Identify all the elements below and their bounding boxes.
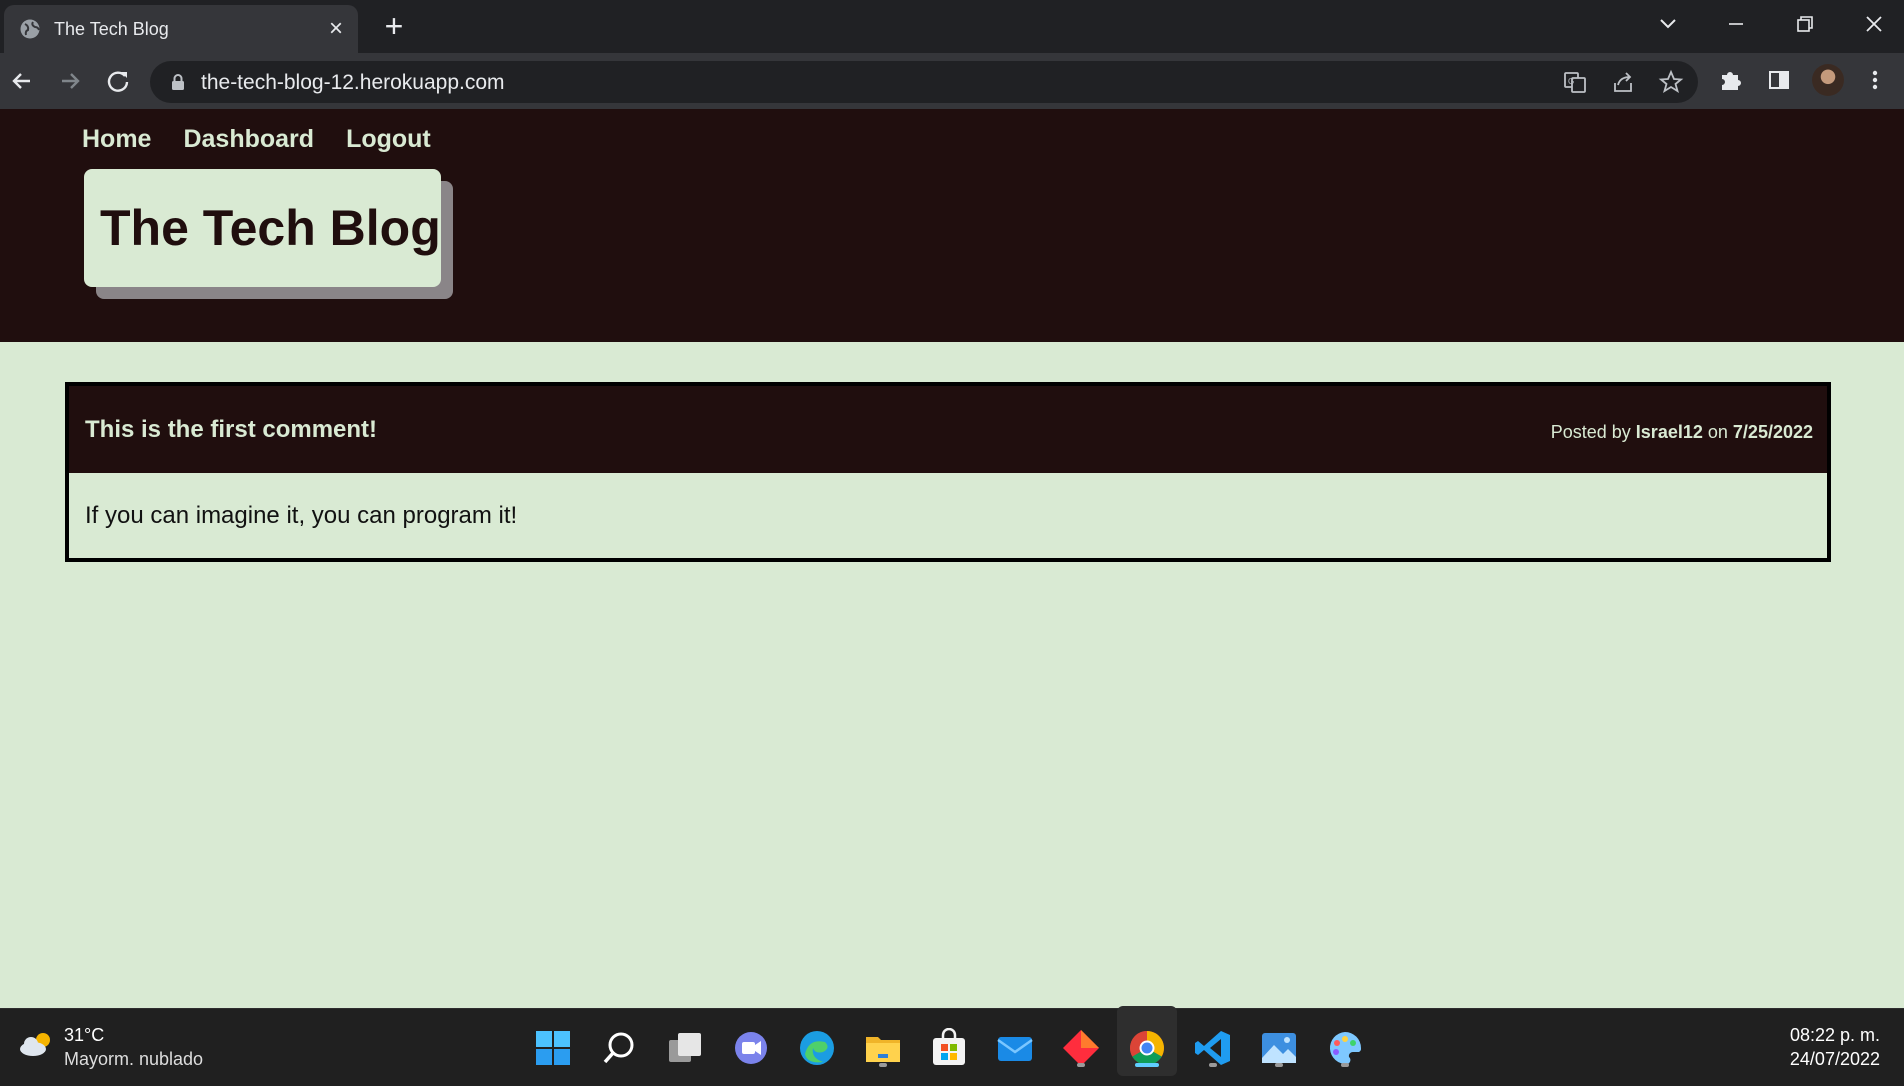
post-meta-prefix: Posted by <box>1550 422 1631 442</box>
clock-date[interactable]: 24/07/2022 <box>1790 1049 1880 1070</box>
photos-icon[interactable] <box>1259 1028 1299 1068</box>
post-title[interactable]: This is the first comment! <box>85 416 377 444</box>
main-nav: Home Dashboard Logout <box>82 125 463 154</box>
weather-cloudy-icon[interactable] <box>18 1029 56 1059</box>
back-icon[interactable] <box>4 63 40 99</box>
address-bar[interactable]: the-tech-blog-12.herokuapp.com G <box>150 61 1698 103</box>
browser-toolbar: the-tech-blog-12.herokuapp.com G <box>0 53 1904 109</box>
extensions-icon[interactable] <box>1714 63 1748 97</box>
post-date: 7/25/2022 <box>1732 422 1813 442</box>
file-explorer-icon[interactable] <box>863 1028 903 1068</box>
post-meta: Posted by Israel12 on 7/25/2022 <box>1551 422 1813 443</box>
clock-time[interactable]: 08:22 p. m. <box>1790 1025 1880 1046</box>
edge-icon[interactable] <box>797 1028 837 1068</box>
globe-icon <box>20 19 40 39</box>
app-diamond-running-indicator <box>1077 1063 1085 1067</box>
paint-running-indicator <box>1341 1063 1349 1067</box>
site-header: Home Dashboard Logout The Tech Blog <box>0 109 1904 342</box>
start-icon[interactable] <box>533 1028 573 1068</box>
chrome-active-indicator <box>1135 1063 1159 1067</box>
profile-avatar[interactable] <box>1812 64 1844 96</box>
browser-tab-strip: The Tech Blog × + <box>0 0 1904 53</box>
paint-icon[interactable] <box>1325 1028 1365 1068</box>
vscode-icon[interactable] <box>1193 1028 1233 1068</box>
post-header: This is the first comment! Posted by Isr… <box>69 386 1827 473</box>
share-icon[interactable] <box>1606 65 1640 99</box>
post-card: This is the first comment! Posted by Isr… <box>65 382 1831 562</box>
nav-home-link[interactable]: Home <box>82 125 151 154</box>
teams-chat-icon[interactable] <box>731 1028 771 1068</box>
svg-text:G: G <box>1568 77 1574 86</box>
minimize-icon[interactable] <box>1716 6 1756 42</box>
restore-icon[interactable] <box>1784 6 1824 42</box>
nav-dashboard-link[interactable]: Dashboard <box>183 125 314 154</box>
brand-box: The Tech Blog <box>84 169 441 287</box>
search-icon[interactable] <box>599 1028 639 1068</box>
forward-icon[interactable] <box>52 63 88 99</box>
tab-search-icon[interactable] <box>1648 6 1688 42</box>
photos-running-indicator <box>1275 1063 1283 1067</box>
weather-desc: Mayorm. nublado <box>64 1049 204 1069</box>
task-view-icon[interactable] <box>665 1028 705 1068</box>
weather-temp: 31°C <box>64 1025 105 1045</box>
store-icon[interactable] <box>929 1028 969 1068</box>
url-text: the-tech-blog-12.herokuapp.com <box>201 71 505 94</box>
site-title: The Tech Blog <box>100 200 441 256</box>
post-meta-on: on <box>1707 422 1728 442</box>
translate-icon[interactable]: G <box>1558 65 1592 99</box>
bookmark-star-icon[interactable] <box>1654 65 1688 99</box>
more-menu-icon[interactable] <box>1858 63 1892 97</box>
post-content: If you can imagine it, you can program i… <box>85 502 518 529</box>
new-tab-icon[interactable]: + <box>378 10 410 42</box>
reload-icon[interactable] <box>100 63 136 99</box>
side-panel-icon[interactable] <box>1762 63 1796 97</box>
vscode-running-indicator <box>1209 1063 1217 1067</box>
lock-icon[interactable] <box>170 73 186 91</box>
browser-tab[interactable]: The Tech Blog × <box>4 5 358 53</box>
mail-icon[interactable] <box>995 1028 1035 1068</box>
app-diamond-icon[interactable] <box>1061 1028 1101 1068</box>
file-explorer-running-indicator <box>879 1063 887 1067</box>
post-author: Israel12 <box>1635 422 1703 442</box>
close-window-icon[interactable] <box>1854 6 1894 42</box>
nav-logout-link[interactable]: Logout <box>346 125 431 154</box>
tab-title: The Tech Blog <box>54 19 169 39</box>
chrome-icon[interactable] <box>1127 1028 1167 1068</box>
tab-close-icon[interactable]: × <box>322 15 350 43</box>
